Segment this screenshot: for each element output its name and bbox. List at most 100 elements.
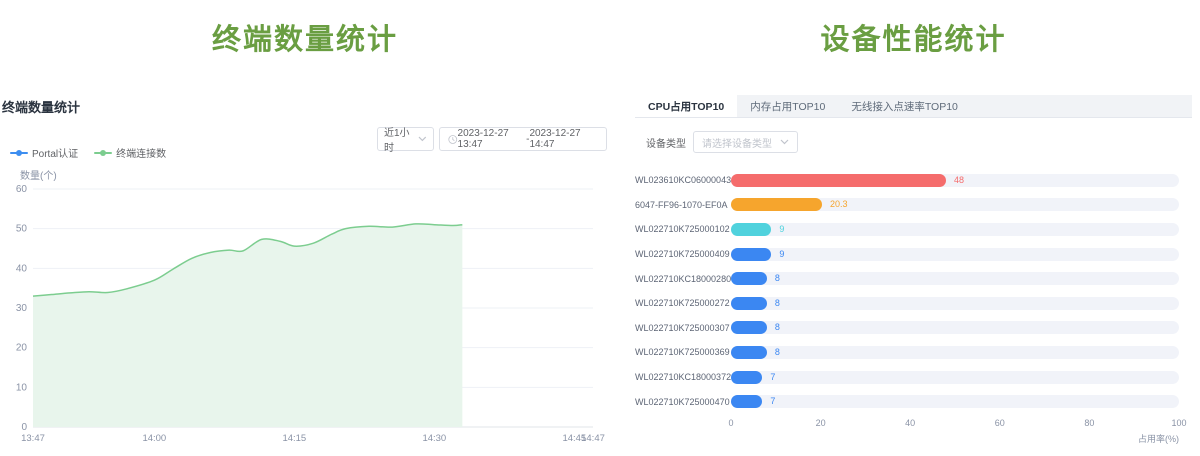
bar-track: 9 xyxy=(731,248,1179,261)
legend-marker-portal xyxy=(10,149,28,157)
bar xyxy=(731,174,946,187)
bar-track: 7 xyxy=(731,371,1179,384)
bar-track: 9 xyxy=(731,223,1179,236)
right-section-title: 设备性能统计 xyxy=(635,16,1192,58)
bar-row: WL022710K725000307 8 xyxy=(635,316,1192,341)
bar-x-axis: 020406080100 xyxy=(731,418,1179,430)
x-tick-label: 14:00 xyxy=(142,433,166,444)
bar-row: WL022710K725000470 7 xyxy=(635,389,1192,414)
bar-row: WL022710K725000409 9 xyxy=(635,242,1192,267)
device-label: WL022710K725000369 xyxy=(635,347,731,357)
dashboard: 终端数量统计 设备性能统计 终端数量统计 近1小时 2023-12-27 13:… xyxy=(0,0,1200,456)
device-type-label: 设备类型 xyxy=(646,135,686,150)
bar-track: 20.3 xyxy=(731,198,1179,211)
bar-value-label: 20.3 xyxy=(830,198,848,211)
bar xyxy=(731,321,767,334)
area-fill xyxy=(33,224,462,427)
y-tick-label: 30 xyxy=(16,303,28,314)
bar-track: 7 xyxy=(731,395,1179,408)
time-range-select[interactable]: 近1小时 xyxy=(377,127,434,151)
bar-row: WL022710KC18000372 7 xyxy=(635,365,1192,390)
y-tick-label: 20 xyxy=(16,343,28,354)
performance-tabs: CPU占用TOP10 内存占用TOP10 无线接入点速率TOP10 xyxy=(635,95,1192,118)
y-tick-label: 60 xyxy=(16,184,28,195)
x-tick-label: 80 xyxy=(1084,418,1094,428)
bar-rows: WL023610KC06000043 48 6047-FF96-1070-EF0A 2… xyxy=(635,168,1192,414)
bar-row: WL022710K725000369 8 xyxy=(635,340,1192,365)
device-label: WL023610KC06000043 xyxy=(635,175,731,185)
bar-track: 8 xyxy=(731,272,1179,285)
bar-value-label: 7 xyxy=(770,395,775,408)
bar xyxy=(731,395,762,408)
bar xyxy=(731,272,767,285)
x-tick-label: 14:30 xyxy=(422,433,446,444)
left-section-title: 终端数量统计 xyxy=(0,16,610,58)
bar-value-label: 8 xyxy=(775,346,780,359)
left-panel-heading: 终端数量统计 xyxy=(2,97,80,116)
bar-value-label: 7 xyxy=(770,371,775,384)
x-tick-label: 20 xyxy=(816,418,826,428)
x-tick-label: 0 xyxy=(728,418,733,428)
bar-value-label: 48 xyxy=(954,174,964,187)
legend-label-portal: Portal认证 xyxy=(32,145,78,160)
legend-item-terminal[interactable]: 终端连接数 xyxy=(94,145,166,160)
tab-wireless-rate-top10[interactable]: 无线接入点速率TOP10 xyxy=(838,95,971,117)
y-tick-label: 10 xyxy=(16,382,28,393)
legend-item-portal[interactable]: Portal认证 xyxy=(10,145,78,160)
device-label: WL022710K725000470 xyxy=(635,397,731,407)
bar-track: 8 xyxy=(731,321,1179,334)
y-tick-label: 0 xyxy=(21,422,27,433)
bar-track: 8 xyxy=(731,346,1179,359)
time-range-value: 近1小时 xyxy=(384,124,418,154)
bar-value-label: 8 xyxy=(775,272,780,285)
bar-x-axis-unit: 占用率(%) xyxy=(635,432,1179,445)
bar-value-label: 9 xyxy=(779,248,784,261)
date-range-picker[interactable]: 2023-12-27 13:47 - 2023-12-27 14:47 xyxy=(439,127,607,151)
device-label: WL022710K725000409 xyxy=(635,249,731,259)
y-tick-label: 50 xyxy=(16,224,28,235)
date-range-start: 2023-12-27 13:47 xyxy=(458,128,527,150)
x-tick-label: 13:47 xyxy=(21,433,45,444)
bar xyxy=(731,371,762,384)
x-tick-label: 60 xyxy=(995,418,1005,428)
x-tick-label: 100 xyxy=(1171,418,1186,428)
x-tick-label: 40 xyxy=(905,418,915,428)
bar-value-label: 8 xyxy=(775,321,780,334)
bar xyxy=(731,248,771,261)
x-tick-label: 14:47 xyxy=(581,433,605,444)
device-label: 6047-FF96-1070-EF0A xyxy=(635,200,731,210)
device-type-select[interactable]: 请选择设备类型 xyxy=(693,131,798,153)
terminal-count-area-chart: 010203040506013:4714:0014:1514:3014:4514… xyxy=(0,180,610,456)
chevron-down-icon xyxy=(418,136,427,142)
tab-cpu-top10[interactable]: CPU占用TOP10 xyxy=(635,95,737,117)
bar-row: WL022710K7250001029 xyxy=(635,217,1192,242)
x-tick-label: 14:15 xyxy=(282,433,306,444)
device-label: WL022710KC18000372 xyxy=(635,372,731,382)
bar xyxy=(731,223,771,236)
clock-icon xyxy=(448,134,458,145)
date-range-end: 2023-12-27 14:47 xyxy=(529,128,598,150)
bar xyxy=(731,346,767,359)
chart-legend: Portal认证 终端连接数 xyxy=(10,145,166,160)
device-label: WL022710K725000102 xyxy=(635,224,731,234)
chevron-down-icon xyxy=(780,139,789,145)
bar-track: 8 xyxy=(731,297,1179,310)
device-label: WL022710K725000272 xyxy=(635,298,731,308)
bar xyxy=(731,198,822,211)
bar-value-label: 8 xyxy=(775,297,780,310)
bar-row: WL023610KC06000043 48 xyxy=(635,168,1192,193)
device-type-filter: 设备类型 请选择设备类型 xyxy=(646,131,798,153)
bar-row: WL022710K725000272 8 xyxy=(635,291,1192,316)
bar-track: 48 xyxy=(731,174,1179,187)
bar-row: 6047-FF96-1070-EF0A 20.3 xyxy=(635,193,1192,218)
bar xyxy=(731,297,767,310)
device-label: WL022710KC18000280 xyxy=(635,274,731,284)
tab-memory-top10[interactable]: 内存占用TOP10 xyxy=(737,95,838,117)
bar-row: WL022710KC18000280 8 xyxy=(635,266,1192,291)
legend-label-terminal: 终端连接数 xyxy=(116,145,166,160)
cpu-top10-bar-chart: WL023610KC06000043 48 6047-FF96-1070-EF0A 2… xyxy=(635,168,1192,445)
device-label: WL022710K725000307 xyxy=(635,323,731,333)
legend-marker-terminal xyxy=(94,149,112,157)
device-type-placeholder: 请选择设备类型 xyxy=(702,135,772,150)
y-tick-label: 40 xyxy=(16,263,28,274)
